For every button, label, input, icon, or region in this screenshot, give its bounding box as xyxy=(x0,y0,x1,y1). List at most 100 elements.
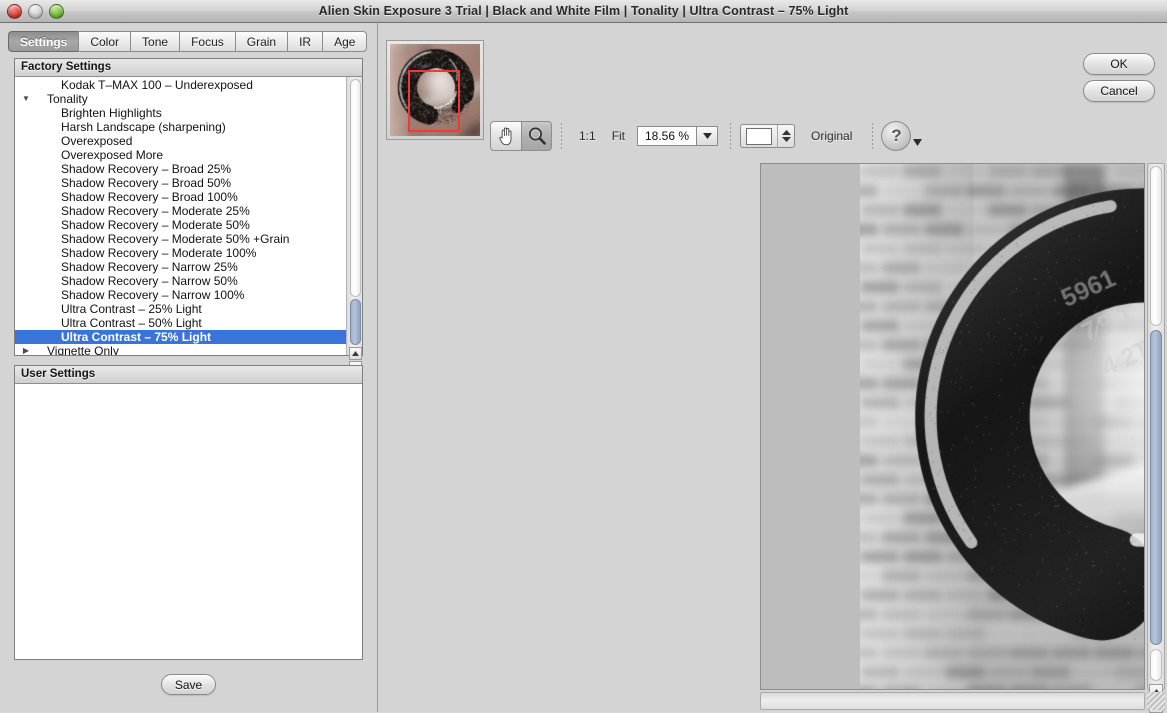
list-item-label: Shadow Recovery – Broad 25% xyxy=(61,162,231,176)
magnifier-icon xyxy=(527,126,547,146)
hand-tool-button[interactable] xyxy=(490,121,521,151)
dialog-buttons: OK Cancel xyxy=(1083,53,1155,102)
list-item[interactable]: Shadow Recovery – Moderate 50% xyxy=(15,218,346,232)
original-toggle-button[interactable]: Original xyxy=(795,129,860,143)
preview-toolbar-strip: 1:1 Fit 18.56 % xyxy=(378,23,1167,133)
factory-list-scrollbar[interactable] xyxy=(346,77,362,355)
list-item[interactable]: Overexposed More xyxy=(15,148,346,162)
list-item[interactable]: Harsh Landscape (sharpening) xyxy=(15,120,346,134)
help-question-mark-icon: ? xyxy=(891,126,901,146)
navigator-crop-rectangle[interactable] xyxy=(408,70,460,132)
zoom-tool-button[interactable] xyxy=(521,121,552,151)
zoom-level-value[interactable]: 18.56 % xyxy=(638,127,696,145)
chevron-down-icon xyxy=(703,133,712,139)
application-window: Alien Skin Exposure 3 Trial | Black and … xyxy=(0,0,1167,712)
minimize-button[interactable] xyxy=(28,4,43,19)
window-body: SettingsColorToneFocusGrainIRAge Factory… xyxy=(0,23,1167,712)
tab-grain[interactable]: Grain xyxy=(235,31,287,52)
list-item-label: Kodak T–MAX 100 – Underexposed xyxy=(61,78,253,92)
factory-settings-list[interactable]: Kodak T–MAX 100 – Underexposed ▼ TonalityB… xyxy=(15,77,346,355)
list-item[interactable]: Shadow Recovery – Broad 50% xyxy=(15,176,346,190)
background-color-swatch[interactable] xyxy=(746,128,772,145)
save-button-container: Save xyxy=(0,674,377,695)
list-item[interactable]: Ultra Contrast – 25% Light xyxy=(15,302,346,316)
list-item-label: Vignette Only xyxy=(47,344,119,355)
list-item-label: Ultra Contrast – 25% Light xyxy=(61,302,202,316)
navigator-thumbnail[interactable] xyxy=(386,40,484,140)
list-item-label: Shadow Recovery – Moderate 50% +Grain xyxy=(61,232,289,246)
list-item[interactable]: Shadow Recovery – Moderate 100% xyxy=(15,246,346,260)
preview-vscroll-track-upper[interactable] xyxy=(1150,166,1162,326)
preview-vertical-scrollbar[interactable] xyxy=(1147,163,1165,690)
list-item-label: Shadow Recovery – Broad 100% xyxy=(61,190,238,204)
disclosure-expanded-icon[interactable]: ▼ xyxy=(19,92,33,106)
preview-viewport[interactable] xyxy=(760,163,1145,690)
image-toolbar: 1:1 Fit 18.56 % xyxy=(490,118,922,154)
stepper-up-icon xyxy=(782,130,791,135)
disclosure-collapsed-icon[interactable]: ▶ xyxy=(19,344,33,355)
tab-color[interactable]: Color xyxy=(78,31,130,52)
list-item-label: Tonality xyxy=(47,92,88,106)
help-dropdown-chevron-down-icon[interactable] xyxy=(913,139,922,146)
list-item[interactable]: Shadow Recovery – Narrow 25% xyxy=(15,260,346,274)
tab-age[interactable]: Age xyxy=(322,31,367,52)
save-button[interactable]: Save xyxy=(161,674,216,695)
scrollbar-thumb[interactable] xyxy=(350,299,361,345)
preview-photo[interactable] xyxy=(860,164,1145,689)
list-item-label: Brighten Highlights xyxy=(61,106,162,120)
scrollbar-track-upper[interactable] xyxy=(350,79,361,297)
list-item[interactable]: ▶ Vignette Only xyxy=(15,344,346,355)
list-item-label: Shadow Recovery – Moderate 25% xyxy=(61,204,250,218)
list-item[interactable]: Brighten Highlights xyxy=(15,106,346,120)
preview-vscroll-track-lower[interactable] xyxy=(1150,649,1162,681)
list-item-label: Shadow Recovery – Narrow 25% xyxy=(61,260,238,274)
zoom-level-dropdown[interactable] xyxy=(696,127,717,145)
tab-ir[interactable]: IR xyxy=(287,31,322,52)
list-item-label: Overexposed xyxy=(61,134,132,148)
list-item[interactable]: Shadow Recovery – Broad 100% xyxy=(15,190,346,204)
zoom-fit-button[interactable]: Fit xyxy=(604,129,633,143)
list-item[interactable]: Kodak T–MAX 100 – Underexposed xyxy=(15,78,346,92)
list-item[interactable]: Shadow Recovery – Narrow 50% xyxy=(15,274,346,288)
help-button[interactable]: ? xyxy=(881,121,911,151)
tab-focus[interactable]: Focus xyxy=(179,31,235,52)
close-button[interactable] xyxy=(7,4,22,19)
list-item[interactable]: Overexposed xyxy=(15,134,346,148)
list-item-label: Ultra Contrast – 75% Light xyxy=(61,330,211,344)
zoom-1to1-button[interactable]: 1:1 xyxy=(571,129,604,143)
preview-area: 1:1 Fit 18.56 % xyxy=(378,23,1167,712)
background-color-control[interactable] xyxy=(740,124,795,148)
zoom-button[interactable] xyxy=(49,4,64,19)
background-color-stepper[interactable] xyxy=(777,125,794,147)
list-item-label: Shadow Recovery – Moderate 100% xyxy=(61,246,256,260)
ok-button[interactable]: OK xyxy=(1083,53,1155,75)
stepper-down-icon xyxy=(782,137,791,142)
cancel-button[interactable]: Cancel xyxy=(1083,80,1155,102)
resize-grip[interactable] xyxy=(1147,692,1165,710)
tab-settings[interactable]: Settings xyxy=(8,31,78,52)
tab-tone[interactable]: Tone xyxy=(130,31,179,52)
scroll-up-arrow[interactable] xyxy=(349,347,362,360)
tab-bar: SettingsColorToneFocusGrainIRAge xyxy=(0,23,377,52)
list-item[interactable]: Ultra Contrast – 50% Light xyxy=(15,316,346,330)
toolbar-divider-3 xyxy=(872,123,873,149)
list-item-selected[interactable]: Ultra Contrast – 75% Light xyxy=(15,330,346,344)
list-item-label: Shadow Recovery – Moderate 50% xyxy=(61,218,250,232)
factory-settings-panel: Factory Settings Kodak T–MAX 100 – Under… xyxy=(14,58,363,356)
list-item[interactable]: Shadow Recovery – Moderate 50% +Grain xyxy=(15,232,346,246)
user-settings-header: User Settings xyxy=(15,366,362,384)
list-item[interactable]: Shadow Recovery – Broad 25% xyxy=(15,162,346,176)
toolbar-divider-2 xyxy=(730,123,731,149)
preview-vscroll-thumb[interactable] xyxy=(1150,330,1162,645)
user-settings-list[interactable] xyxy=(15,384,362,659)
factory-settings-header: Factory Settings xyxy=(15,59,362,77)
list-item-label: Harsh Landscape (sharpening) xyxy=(61,120,226,134)
list-item-label: Overexposed More xyxy=(61,148,163,162)
toolbar-divider-1 xyxy=(561,123,562,149)
zoom-level-field[interactable]: 18.56 % xyxy=(637,126,718,146)
list-item[interactable]: Shadow Recovery – Narrow 100% xyxy=(15,288,346,302)
list-item[interactable]: Shadow Recovery – Moderate 25% xyxy=(15,204,346,218)
preview-horizontal-scrollbar[interactable] xyxy=(760,692,1145,710)
preview-photo-canvas xyxy=(860,164,1145,689)
list-item[interactable]: ▼ Tonality xyxy=(15,92,346,106)
